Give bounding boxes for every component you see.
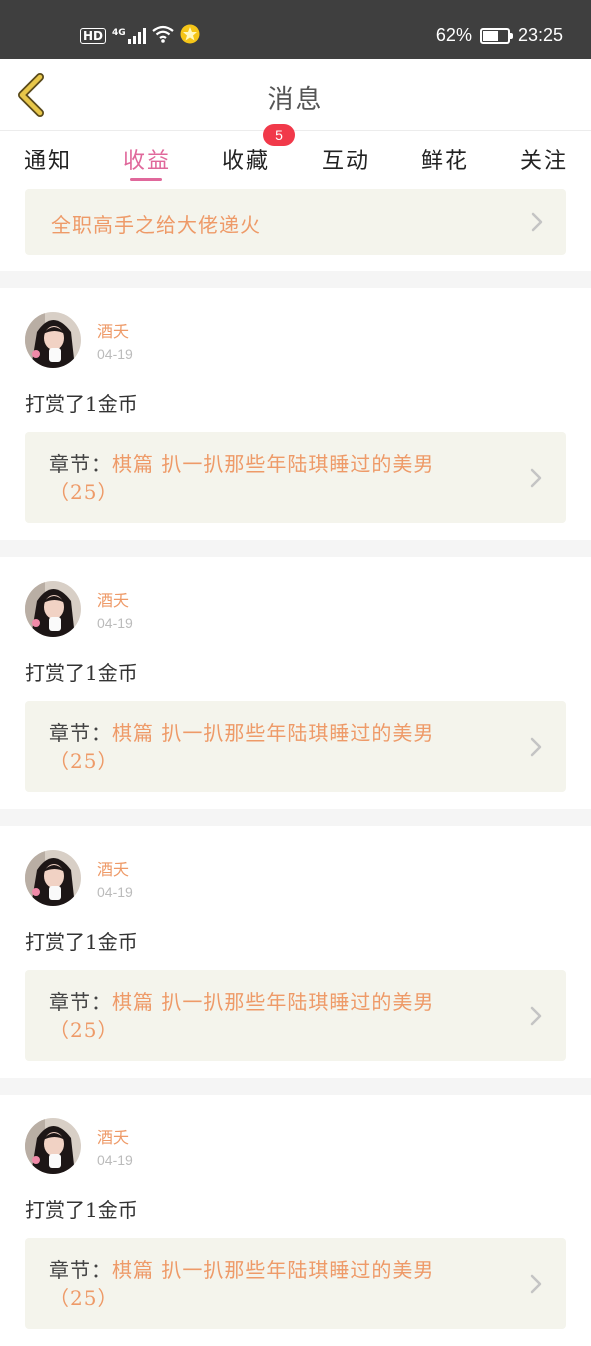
banner-book-title: 全职高手之给大佬递火 [51,213,261,237]
signal-icon: 4G [112,28,146,44]
message-item: 酒夭 04-19 打赏了1金币 章节：棋篇 扒一扒那些年陆琪睡过的美男（25） [0,826,591,1078]
chapter-label: 章节： [49,721,112,745]
chapter-label: 章节： [49,990,112,1014]
message-item: 酒夭 04-19 打赏了1金币 章节：棋篇 扒一扒那些年陆琪睡过的美男（25） [0,1094,591,1346]
chevron-right-icon [530,737,542,757]
chapter-label: 章节： [49,452,112,476]
star-icon [180,24,200,48]
page-title: 消息 [267,85,324,115]
message-date: 04-19 [97,615,133,631]
message-item: 酒夭 04-19 打赏了1金币 章节：棋篇 扒一扒那些年陆琪睡过的美男（25） [0,557,591,809]
message-date: 04-19 [97,1152,133,1168]
chapter-link[interactable]: 章节：棋篇 扒一扒那些年陆琪睡过的美男（25） [25,432,566,523]
chapter-label: 章节： [49,1258,112,1282]
message-action: 打赏了1金币 [25,392,138,416]
wifi-icon [151,25,174,47]
avatar[interactable] [25,1118,81,1174]
status-icons-right: 62% 23:25 [436,25,563,46]
avatar-image [25,1118,81,1174]
header-bar: 消息 [0,59,591,131]
hd-indicator: HD [80,28,107,44]
book-banner[interactable]: 全职高手之给大佬递火 [25,189,566,255]
tab-flowers[interactable]: 鲜花 [421,143,469,175]
tab-following[interactable]: 关注 [520,143,568,175]
message-action: 打赏了1金币 [25,930,138,954]
message-item: 酒夭 04-19 打赏了1金币 章节：棋篇 扒一扒那些年陆琪睡过的美男（25） [0,288,591,540]
chevron-right-icon [531,212,543,232]
sender-name[interactable]: 酒夭 [97,318,129,342]
avatar[interactable] [25,850,81,906]
battery-percent: 62% [435,25,472,45]
tab-interactions[interactable]: 互动 [322,143,370,175]
sender-name[interactable]: 酒夭 [97,587,129,611]
message-date: 04-19 [97,884,133,900]
section-divider [0,1078,591,1095]
chapter-link[interactable]: 章节：棋篇 扒一扒那些年陆琪睡过的美男（25） [25,701,566,792]
chapter-text: 章节：棋篇 扒一扒那些年陆琪睡过的美男（25） [49,988,489,1044]
active-tab-indicator [130,178,162,181]
chapter-text: 章节：棋篇 扒一扒那些年陆琪睡过的美男（25） [49,450,489,506]
sender-name[interactable]: 酒夭 [97,856,129,880]
message-action: 打赏了1金币 [25,1198,138,1222]
chapter-link[interactable]: 章节：棋篇 扒一扒那些年陆琪睡过的美男（25） [25,1238,566,1329]
section-divider [0,540,591,557]
avatar-image [25,850,81,906]
chapter-text: 章节：棋篇 扒一扒那些年陆琪睡过的美男（25） [49,719,489,775]
status-bar: HD 4G 62% 23:25 [0,0,591,59]
avatar-image [25,581,81,637]
avatar[interactable] [25,581,81,637]
section-divider [0,271,591,288]
chapter-link[interactable]: 章节：棋篇 扒一扒那些年陆琪睡过的美男（25） [25,970,566,1061]
tab-bar: 通知 收益 收藏 5 互动 鲜花 关注 [0,124,591,185]
favorites-badge: 5 [263,124,295,146]
sender-name[interactable]: 酒夭 [97,1124,129,1148]
battery-icon [479,27,513,44]
chevron-right-icon [530,1274,542,1294]
chevron-right-icon [530,1006,542,1026]
status-icons-left: HD 4G [80,24,200,48]
avatar-image [25,312,81,368]
message-date: 04-19 [97,346,133,362]
chapter-text: 章节：棋篇 扒一扒那些年陆琪睡过的美男（25） [49,1256,489,1312]
tab-earnings[interactable]: 收益 [123,143,171,175]
clock: 23:25 [517,25,563,45]
battery-fill [482,30,498,41]
section-divider [0,809,591,826]
message-action: 打赏了1金币 [25,661,138,685]
network-type: 4G [112,28,126,38]
chevron-right-icon [530,468,542,488]
tab-notifications[interactable]: 通知 [24,143,72,175]
tab-favorites[interactable]: 收藏 [222,143,270,175]
avatar[interactable] [25,312,81,368]
